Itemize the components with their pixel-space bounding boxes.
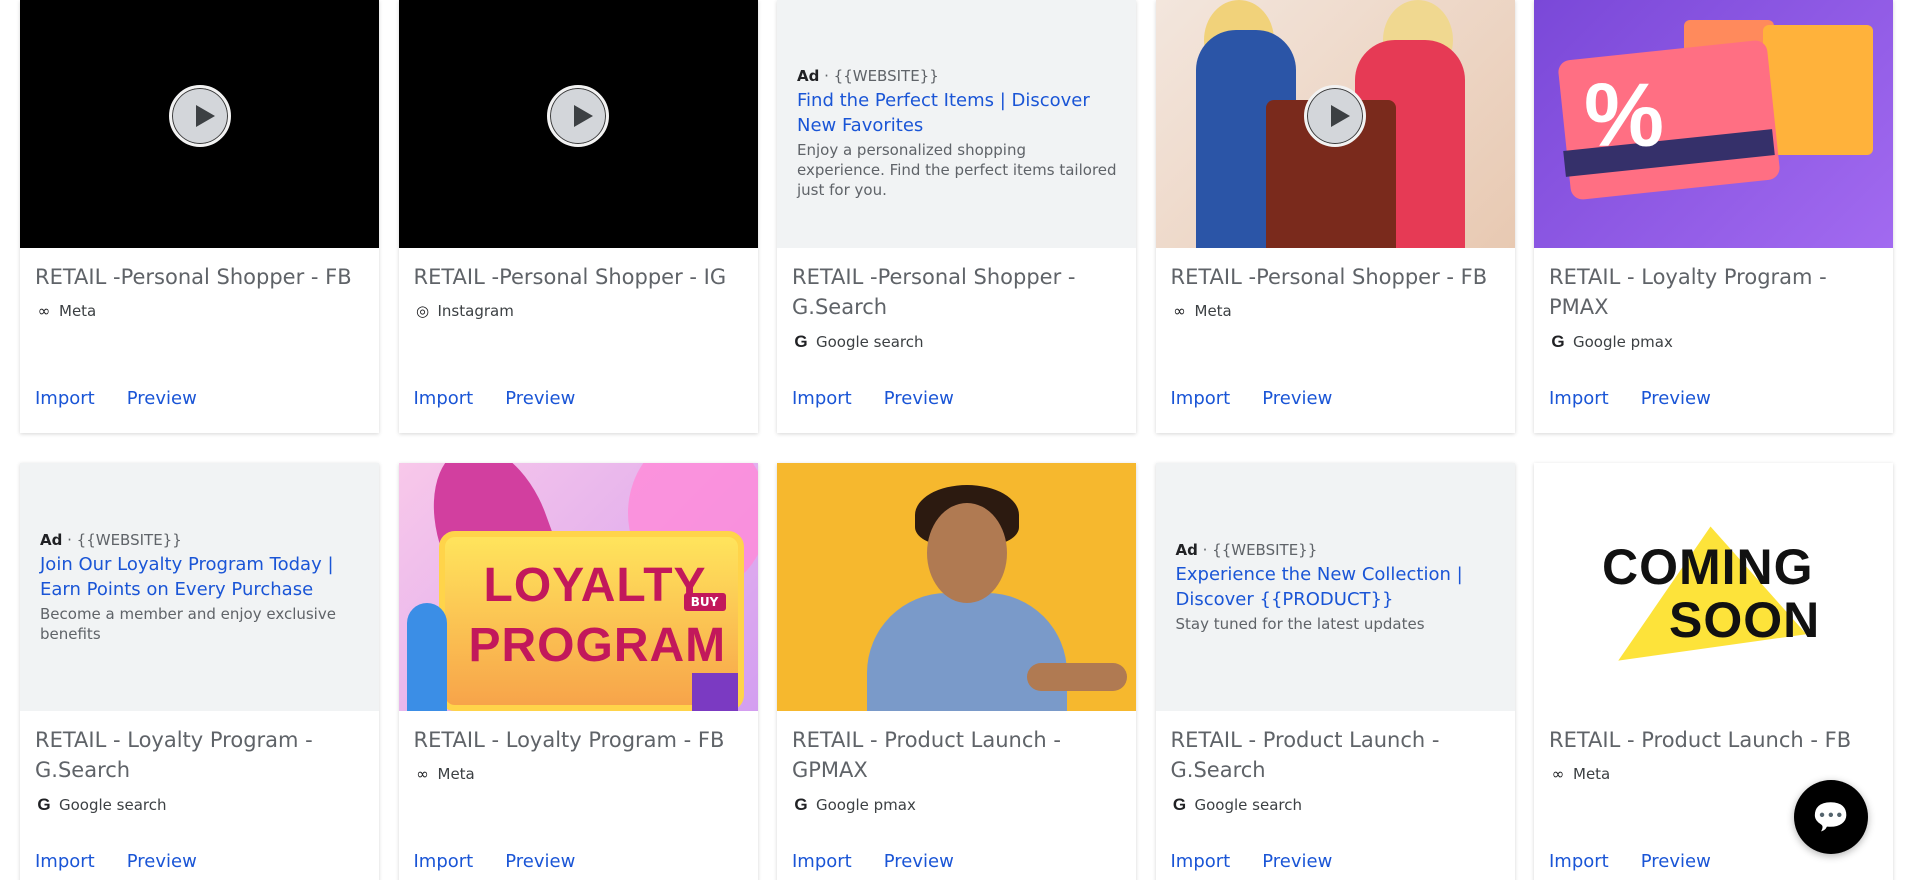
video-thumbnail[interactable] [20,0,379,248]
preview-button[interactable]: Preview [884,388,954,409]
image-text: LOYALTY [483,559,707,612]
card-title: RETAIL - Loyalty Program - PMAX [1549,265,1827,319]
image-text: COMING [1602,539,1814,595]
platform-label: ∞ Meta [1171,302,1500,320]
platform-label: ∞ Meta [414,765,743,783]
google-icon: G [794,795,808,814]
chat-icon: 💬 [1812,799,1850,835]
search-ad-preview: Ad · {{WEBSITE}} Join Our Loyalty Progra… [20,463,379,711]
import-button[interactable]: Import [35,388,95,409]
preview-button[interactable]: Preview [1641,388,1711,409]
ad-site-line: Ad · {{WEBSITE}} [1175,541,1318,559]
platform-label: G Google search [792,332,1121,352]
play-icon[interactable] [168,85,231,147]
preview-button[interactable]: Preview [1262,388,1332,409]
ad-site-line: Ad · {{WEBSITE}} [797,67,939,85]
platform-label: ∞ Meta [35,302,364,320]
video-thumbnail[interactable] [398,0,758,248]
image-thumbnail: % [1534,0,1893,248]
ad-description: Become a member and enjoy exclusive bene… [40,605,336,643]
image-thumbnail [777,463,1136,711]
ad-description: Enjoy a personalized shopping experience… [797,141,1117,199]
meta-icon: ∞ [416,765,429,783]
ad-headline: Find the Perfect Items | Discover New Fa… [797,90,1090,136]
card-title: RETAIL - Product Launch - FB [1549,728,1852,752]
google-icon: G [1551,332,1565,351]
import-button[interactable]: Import [1171,388,1231,409]
instagram-icon: ◎ [415,302,430,320]
buy-badge: BUY [683,593,726,611]
play-icon[interactable] [547,85,609,147]
import-button[interactable]: Import [414,388,474,409]
google-icon: G [37,795,51,814]
image-text: PROGRAM [468,619,727,672]
preview-button[interactable]: Preview [127,851,197,872]
image-thumbnail: COMING SOON [1534,463,1893,711]
import-button[interactable]: Import [792,388,852,409]
search-ad-preview: Ad · {{WEBSITE}} Experience the New Coll… [1155,463,1515,711]
template-card: Ad · {{WEBSITE}} Join Our Loyalty Progra… [20,463,379,880]
template-card: RETAIL -Personal Shopper - FB ∞ Meta Imp… [20,0,379,433]
gift-icon [691,673,738,711]
platform-label: ◎ Instagram [414,302,743,320]
google-icon: G [794,332,808,351]
image-text: SOON [1669,592,1821,648]
import-button[interactable]: Import [1549,388,1609,409]
platform-label: G Google search [1171,795,1500,815]
import-button[interactable]: Import [414,851,474,872]
import-button[interactable]: Import [792,851,852,872]
google-icon: G [1172,795,1187,814]
card-title: RETAIL -Personal Shopper - IG [413,265,727,289]
chat-button[interactable]: 💬 [1794,780,1868,854]
ad-description: Stay tuned for the latest updates [1175,615,1425,633]
template-card: RETAIL - Product Launch - GPMAX G Google… [777,463,1136,880]
preview-button[interactable]: Preview [127,388,197,409]
platform-label: G Google pmax [792,795,1121,815]
template-card: Ad · {{WEBSITE}} Find the Perfect Items … [777,0,1136,433]
preview-button[interactable]: Preview [884,851,954,872]
preview-button[interactable]: Preview [505,851,575,872]
preview-button[interactable]: Preview [1641,851,1711,872]
percent-icon: % [1584,66,1665,166]
preview-button[interactable]: Preview [1262,851,1332,872]
platform-label: G Google pmax [1549,332,1878,352]
ad-site-line: Ad · {{WEBSITE}} [40,531,182,549]
ad-headline: Join Our Loyalty Program Today | Earn Po… [40,554,334,600]
card-title: RETAIL - Loyalty Program - G.Search [35,728,313,782]
template-card: % RETAIL - Loyalty Program - PMAX G Goog… [1534,0,1893,433]
ad-headline: Experience the New Collection | Discover… [1175,564,1463,610]
video-thumbnail[interactable] [1155,0,1515,248]
card-title: RETAIL - Loyalty Program - FB [413,728,725,752]
template-card: RETAIL -Personal Shopper - IG ◎ Instagra… [398,0,758,433]
template-grid: RETAIL -Personal Shopper - FB ∞ Meta Imp… [20,0,1893,880]
meta-icon: ∞ [37,302,51,320]
image-thumbnail: LOYALTY PROGRAM BUY [398,463,758,711]
template-card: Ad · {{WEBSITE}} Experience the New Coll… [1155,463,1515,880]
template-card: LOYALTY PROGRAM BUY RETAIL - Loyalty Pro… [398,463,758,880]
search-ad-preview: Ad · {{WEBSITE}} Find the Perfect Items … [777,0,1136,248]
card-title: RETAIL -Personal Shopper - FB [1170,265,1488,289]
platform-label: G Google search [35,795,364,815]
card-title: RETAIL - Product Launch - GPMAX [792,728,1061,782]
card-title: RETAIL - Product Launch - G.Search [1170,728,1440,782]
import-button[interactable]: Import [1171,851,1231,872]
card-title: RETAIL -Personal Shopper - G.Search [792,265,1076,319]
template-card: RETAIL -Personal Shopper - FB ∞ Meta Imp… [1155,0,1515,433]
meta-icon: ∞ [1173,302,1186,320]
import-button[interactable]: Import [1549,851,1609,872]
import-button[interactable]: Import [35,851,95,872]
card-title: RETAIL -Personal Shopper - FB [35,265,352,289]
meta-icon: ∞ [1551,765,1565,783]
play-icon[interactable] [1304,85,1366,147]
preview-button[interactable]: Preview [505,388,575,409]
